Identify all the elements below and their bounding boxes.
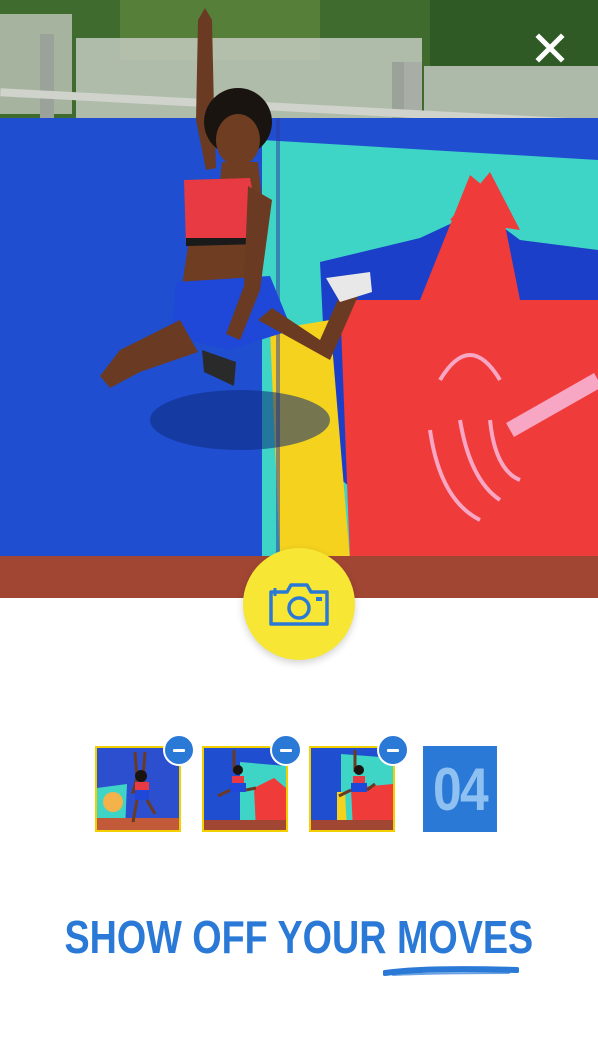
headline-prefix: SHOW OFF YOUR xyxy=(64,911,398,963)
minus-icon xyxy=(173,748,185,752)
thumbnail-3[interactable] xyxy=(309,734,409,832)
thumbnail-2[interactable] xyxy=(202,734,302,832)
close-icon xyxy=(535,33,565,63)
hero-photo xyxy=(0,0,598,598)
thumbnail-strip: 04 xyxy=(95,734,505,836)
remaining-count: 04 xyxy=(423,746,497,832)
remove-photo-2-button[interactable] xyxy=(270,734,302,766)
minus-icon xyxy=(280,748,292,752)
brush-underline xyxy=(383,966,519,976)
headline-emphasis: MOVES xyxy=(397,911,534,963)
remove-photo-3-button[interactable] xyxy=(377,734,409,766)
close-button[interactable] xyxy=(530,28,570,68)
camera-icon xyxy=(269,583,329,626)
remove-photo-1-button[interactable] xyxy=(163,734,195,766)
thumbnail-1[interactable] xyxy=(95,734,195,832)
minus-icon xyxy=(387,748,399,752)
camera-button[interactable] xyxy=(243,548,355,660)
